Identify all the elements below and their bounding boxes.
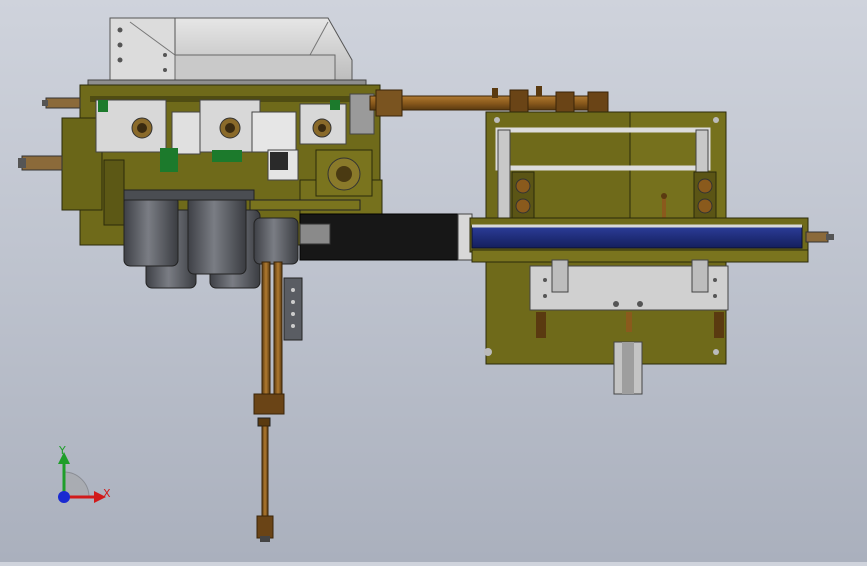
coordinate-triad: Y X	[58, 444, 111, 503]
conveyor-belt[interactable]	[299, 213, 834, 263]
vertical-feed-rods[interactable]	[253, 261, 303, 542]
cad-graphics-viewport[interactable]: Y X	[0, 0, 867, 562]
triad-y-label: Y	[58, 444, 66, 457]
assembly-model-view[interactable]: Y X	[0, 0, 867, 562]
hopper[interactable]	[87, 17, 367, 89]
pneumatic-cylinders[interactable]	[123, 189, 361, 289]
z-axis-dot	[58, 491, 70, 503]
triad-x-label: X	[103, 487, 111, 500]
